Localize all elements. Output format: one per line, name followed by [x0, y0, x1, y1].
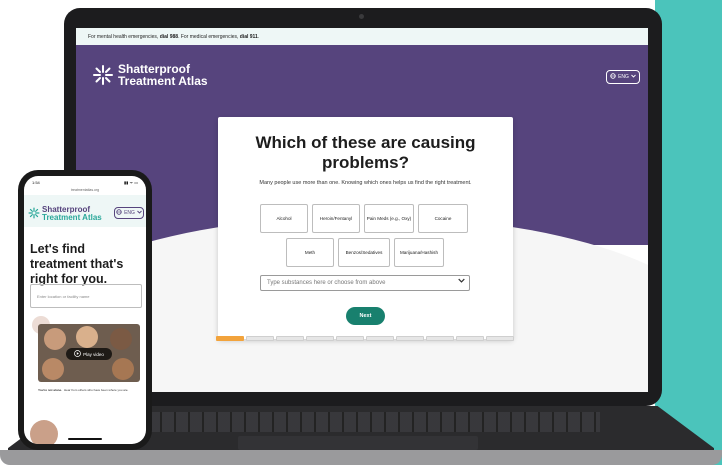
phone-headline: Let's find treatment that's right for yo… [30, 242, 124, 286]
question-card: Which of these are causing problems? Man… [218, 117, 513, 339]
progress-segment [276, 336, 304, 341]
video-person-3 [110, 328, 132, 350]
option-benzos-sedatives[interactable]: Benzos/Sedatives [338, 238, 390, 267]
phone-url-bar[interactable]: treatmentatlas.org [24, 188, 146, 192]
not-alone-section: You're not alone. Hear from others who h… [38, 388, 140, 392]
sparkle-burst-icon [92, 64, 114, 86]
option-meth[interactable]: Meth [286, 238, 334, 267]
laptop-trackpad [238, 436, 478, 450]
play-video-label: Play video [83, 351, 104, 357]
banner-dial-988[interactable]: dial 988 [160, 34, 178, 40]
video-person-2 [76, 326, 98, 348]
phone-language-label: ENG [124, 210, 135, 216]
next-button[interactable]: Next [346, 307, 385, 325]
progress-segment [486, 336, 514, 341]
avatar [30, 420, 58, 444]
progress-segment [456, 336, 484, 341]
chevron-down-icon [137, 210, 142, 216]
banner-dial-911[interactable]: dial 911 [240, 34, 258, 40]
progress-segment [306, 336, 334, 341]
banner-text-middle: . For medical emergencies, [178, 34, 240, 40]
progress-segment [336, 336, 364, 341]
laptop-keyboard [120, 412, 600, 432]
progress-bar [216, 336, 514, 341]
not-alone-title: You're not alone. [38, 388, 62, 392]
phone-language-selector-wrap: ENG [114, 207, 144, 219]
option-pain-meds[interactable]: Pain Meds (e.g., Oxy) [364, 204, 414, 233]
option-marijuana-hashish[interactable]: Marijuana/Hashish [394, 238, 444, 267]
video-person-1 [44, 328, 66, 350]
phone-site-logo[interactable]: Shatterproof Treatment Atlas [28, 206, 102, 222]
site-logo[interactable]: Shatterproof Treatment Atlas [92, 63, 208, 87]
banner-text-prefix: For mental health emergencies, [88, 34, 160, 40]
select-placeholder: Type substances here or choose from abov… [267, 280, 386, 286]
logo-line-2: Treatment Atlas [118, 74, 208, 88]
teal-background-panel [655, 0, 722, 465]
language-label: ENG [618, 74, 629, 80]
language-selector[interactable]: ENG [606, 70, 640, 84]
sparkle-burst-icon [28, 206, 40, 222]
emergency-banner: For mental health emergencies, dial 988.… [76, 28, 648, 45]
option-cocaine[interactable]: Cocaine [418, 204, 468, 233]
phone-screen: 1:54 ▮▮ ᯤ ▭ treatmentatlas.org Shatterpr… [24, 176, 146, 444]
play-video-button[interactable]: Play video [66, 348, 112, 360]
progress-segment [216, 336, 244, 341]
phone-status-icons: ▮▮ ᯤ ▭ [123, 180, 138, 185]
chevron-down-icon [631, 74, 636, 80]
progress-segment [366, 336, 394, 341]
question-subtitle: Many people use more than one. Knowing w… [259, 180, 472, 186]
progress-segment [396, 336, 424, 341]
globe-icon [610, 73, 616, 81]
camera-icon [359, 14, 364, 19]
question-title: Which of these are causing problems? [255, 133, 476, 172]
progress-segment [426, 336, 454, 341]
phone-video-thumbnail[interactable]: Play video [38, 324, 140, 382]
option-alcohol[interactable]: Alcohol [260, 204, 308, 233]
play-circle-icon [74, 350, 81, 358]
not-alone-text: Hear from others who have been where you… [64, 388, 129, 392]
laptop-screen: For mental health emergencies, dial 988.… [76, 28, 648, 392]
phone-status-bar: 1:54 ▮▮ ᯤ ▭ [32, 180, 138, 186]
globe-icon [116, 209, 122, 217]
laptop-base-lip [0, 450, 722, 465]
chevron-down-icon [458, 278, 465, 285]
banner-text-suffix: . [257, 34, 260, 40]
phone-logo-line-2: Treatment Atlas [42, 213, 102, 222]
video-person-5 [112, 358, 134, 380]
home-indicator [68, 438, 102, 440]
phone-status-time: 1:54 [32, 180, 40, 185]
phone-location-input[interactable]: Enter location or facility name [30, 284, 142, 308]
option-heroin-fentanyl[interactable]: Heroin/Fentanyl [312, 204, 360, 233]
substance-select-input[interactable]: Type substances here or choose from abov… [260, 275, 470, 291]
phone-language-selector[interactable]: ENG [114, 207, 144, 219]
marketing-composite: For mental health emergencies, dial 988.… [0, 0, 722, 465]
video-person-4 [42, 358, 64, 380]
phone-header: Shatterproof Treatment Atlas ENG [24, 195, 146, 227]
progress-segment [246, 336, 274, 341]
